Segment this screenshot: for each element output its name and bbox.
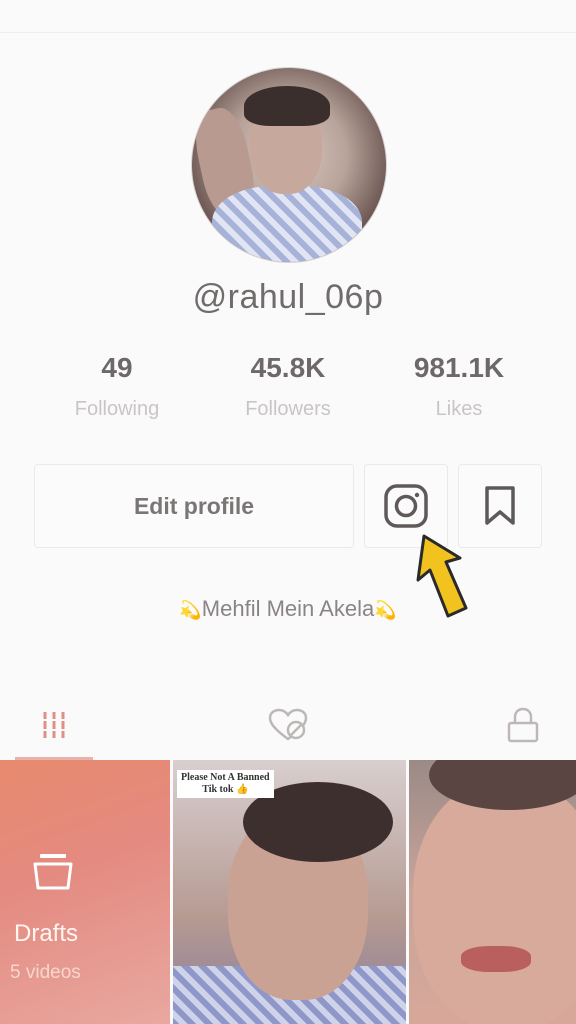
tab-private[interactable] (470, 690, 576, 760)
stat-following-value: 49 (101, 352, 133, 383)
instagram-icon (384, 484, 428, 528)
lock-icon (507, 707, 539, 743)
video-caption: Please Not A Banned Tik tok 👍 (177, 770, 274, 798)
stat-likes[interactable]: 981.1K Likes (374, 352, 544, 421)
stat-followers[interactable]: 45.8K Followers (203, 352, 373, 421)
video-thumbnail[interactable]: Please Not A Banned Tik tok 👍 (173, 760, 406, 1024)
drafts-icon (33, 854, 73, 890)
bio: 💫Mehfil Mein Akela💫 (0, 596, 576, 622)
edit-profile-button[interactable]: Edit profile (34, 464, 354, 548)
thumbnail-face (413, 780, 576, 1024)
bio-text: Mehfil Mein Akela (201, 596, 375, 621)
video-grid: Drafts 5 videos Please Not A Banned Tik … (0, 760, 576, 1024)
grid-icon (41, 712, 67, 738)
bookmark-icon (485, 486, 515, 525)
stat-following-label: Following (74, 398, 160, 420)
tab-videos[interactable] (0, 690, 108, 760)
bio-decoration-icon: 💫 (374, 600, 397, 620)
stat-followers-value: 45.8K (250, 352, 326, 383)
drafts-count: 5 videos (10, 962, 81, 983)
avatar-hair (244, 86, 330, 126)
stat-likes-label: Likes (435, 398, 483, 420)
video-caption-line: Please Not A Banned (181, 772, 270, 783)
stat-following[interactable]: 49 Following (32, 352, 202, 421)
drafts-label: Drafts (14, 920, 79, 947)
liked-hidden-icon (268, 708, 308, 741)
tab-liked[interactable] (192, 690, 384, 760)
video-caption-line: Tik tok 👍 (202, 784, 249, 795)
avatar[interactable] (192, 68, 386, 262)
stat-followers-label: Followers (245, 398, 331, 420)
profile-tabs (0, 690, 576, 760)
video-thumbnail[interactable] (409, 760, 576, 1024)
bookmark-button[interactable] (458, 464, 542, 548)
avatar-shirt (212, 186, 362, 262)
stat-likes-value: 981.1K (413, 352, 505, 383)
thumbnail-lips (461, 946, 531, 972)
bio-decoration-icon: 💫 (179, 600, 202, 620)
drafts-tile[interactable]: Drafts 5 videos (0, 760, 170, 1024)
top-divider (0, 32, 576, 33)
username: @rahul_06p (192, 278, 384, 316)
